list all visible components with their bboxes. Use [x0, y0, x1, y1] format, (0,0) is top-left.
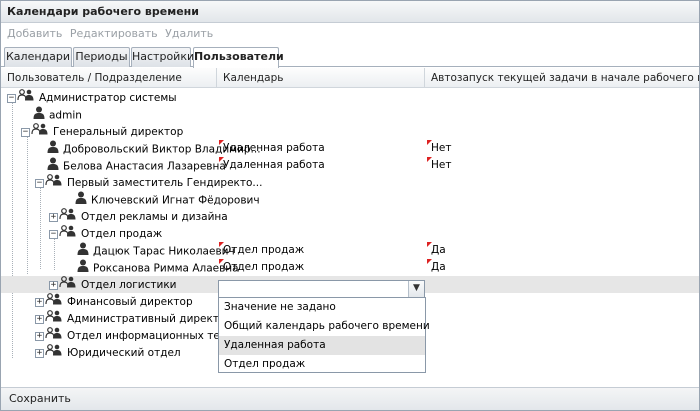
calendar-cell[interactable]: Отдел продаж [219, 242, 425, 259]
user-cell: + Юридический отдел [35, 344, 181, 361]
tree-row-user[interactable]: Дацюк Тарас Николаевич Отдел продаж Да [1, 242, 699, 259]
expand-icon[interactable]: + [49, 212, 58, 222]
calendar-cell[interactable]: Отдел продаж [219, 259, 425, 276]
tree-row-department[interactable]: − Первый заместитель Гендиректо... [1, 174, 699, 191]
calendar-cell[interactable]: Удаленная работа [219, 140, 425, 157]
tree-row-department[interactable]: − Администратор системы [1, 89, 699, 106]
department-icon [45, 310, 63, 327]
user-icon [75, 191, 87, 208]
option-general-calendar[interactable]: Общий календарь рабочего времени [219, 317, 430, 336]
user-cell: − Администратор системы [7, 89, 177, 106]
user-icon [77, 259, 89, 276]
save-button[interactable]: Сохранить [9, 392, 71, 405]
tree-label: Дацюк Тарас Николаевич [93, 245, 235, 258]
user-cell: − Отдел продаж [49, 225, 162, 242]
column-header-user[interactable]: Пользователь / Подразделение [1, 68, 217, 88]
department-icon [31, 123, 49, 140]
tree-row-user[interactable]: Добровольский Виктор Владимир... Удаленна… [1, 140, 699, 157]
user-cell: Роксанова Римма Алаевна [77, 259, 239, 276]
tab-bar: Календари Периоды Настройки Пользователи [1, 47, 699, 68]
user-icon [47, 157, 59, 174]
department-icon [45, 327, 63, 344]
calendar-cell[interactable]: Удаленная работа [219, 157, 425, 174]
autostart-cell[interactable]: Нет [427, 157, 697, 174]
expand-icon[interactable]: + [49, 280, 58, 290]
user-cell: Белова Анастасия Лазаревна [47, 157, 226, 174]
user-cell: + Административный директор [35, 310, 232, 327]
tree-label: Отдел логистики [81, 279, 177, 291]
edit-button[interactable]: Редактировать [70, 27, 158, 40]
tree-label: Юридический отдел [67, 347, 181, 359]
tab-settings[interactable]: Настройки [131, 47, 194, 67]
column-header-calendar[interactable]: Календарь [217, 68, 425, 88]
user-cell: + Финансовый директор [35, 293, 193, 310]
toolbar: Добавить Редактировать Удалить [1, 24, 699, 44]
department-icon [59, 276, 77, 293]
calendar-combobox[interactable]: ▼ [218, 280, 425, 298]
tree-row-user[interactable]: Белова Анастасия Лазаревна Удаленная рабо… [1, 157, 699, 174]
tree-label: Административный директор [67, 313, 233, 325]
column-header-autostart[interactable]: Автозапуск текущей задачи в начале рабоч… [425, 68, 699, 88]
tree-label: admin [49, 109, 82, 122]
user-icon [77, 242, 89, 259]
user-cell: + Отдел рекламы и дизайна [49, 208, 228, 225]
tab-periods[interactable]: Периоды [73, 47, 130, 67]
department-icon [45, 344, 63, 361]
tree-label: Отдел продаж [81, 228, 163, 240]
option-remote-work[interactable]: Удаленная работа [219, 336, 425, 355]
tree-label: Белова Анастасия Лазаревна [63, 160, 226, 173]
user-cell: − Генеральный директор [21, 123, 183, 140]
user-cell: Дацюк Тарас Николаевич [77, 242, 235, 259]
chevron-down-icon[interactable]: ▼ [408, 281, 424, 297]
autostart-cell[interactable]: Нет [427, 140, 697, 157]
tree-row-department[interactable]: − Генеральный директор [1, 123, 699, 140]
tree-label: Первый заместитель Гендиректо... [67, 177, 263, 189]
collapse-icon[interactable]: − [7, 93, 16, 103]
autostart-cell[interactable]: Да [427, 259, 697, 276]
calendar-dropdown-list: Значение не задано Общий календарь рабоч… [218, 297, 430, 374]
tree-row-department[interactable]: − Отдел продаж [1, 225, 699, 242]
tree-label: Роксанова Римма Алаевна [93, 262, 239, 275]
user-cell: − Первый заместитель Гендиректо... [35, 174, 262, 191]
user-icon [47, 140, 59, 157]
tree-label: Ключевский Игнат Фёдорович [91, 194, 260, 207]
collapse-icon[interactable]: − [49, 229, 58, 239]
expand-icon[interactable]: + [35, 348, 44, 358]
department-icon [59, 225, 77, 242]
tab-users[interactable]: Пользователи [193, 47, 284, 68]
user-cell: + Отдел логистики [49, 276, 177, 293]
window-title: Календари рабочего времени [1, 1, 699, 23]
user-cell: admin [33, 106, 82, 123]
department-icon [45, 293, 63, 310]
expand-icon[interactable]: + [35, 297, 44, 307]
tree-row-user[interactable]: Роксанова Римма Алаевна Отдел продаж Да [1, 259, 699, 276]
tree-row-user[interactable]: admin [1, 106, 699, 123]
department-icon [17, 89, 35, 106]
delete-button[interactable]: Удалить [165, 27, 213, 40]
option-sales-dept[interactable]: Отдел продаж [219, 355, 425, 374]
calendars-window: Календари рабочего времени Добавить Реда… [0, 0, 700, 411]
tree-label: Генеральный директор [53, 126, 184, 138]
tree-row-department[interactable]: + Отдел рекламы и дизайна [1, 208, 699, 225]
expand-icon[interactable]: + [35, 331, 44, 341]
tab-calendars[interactable]: Календари [4, 47, 72, 67]
grid-header: Пользователь / Подразделение Календарь А… [1, 68, 699, 88]
bottom-toolbar: Сохранить [1, 387, 699, 410]
tree-label: Отдел рекламы и дизайна [81, 211, 228, 223]
option-not-set[interactable]: Значение не задано [219, 298, 425, 317]
department-icon [45, 174, 63, 191]
add-button[interactable]: Добавить [7, 27, 62, 40]
collapse-icon[interactable]: − [21, 127, 30, 137]
expand-icon[interactable]: + [35, 314, 44, 324]
user-icon [33, 106, 45, 123]
user-cell: Ключевский Игнат Фёдорович [75, 191, 260, 208]
collapse-icon[interactable]: − [35, 178, 44, 188]
autostart-cell[interactable]: Да [427, 242, 697, 259]
tree-label: Администратор системы [39, 92, 177, 104]
department-icon [59, 208, 77, 225]
tree-row-user[interactable]: Ключевский Игнат Фёдорович [1, 191, 699, 208]
tree-label: Финансовый директор [67, 296, 193, 308]
